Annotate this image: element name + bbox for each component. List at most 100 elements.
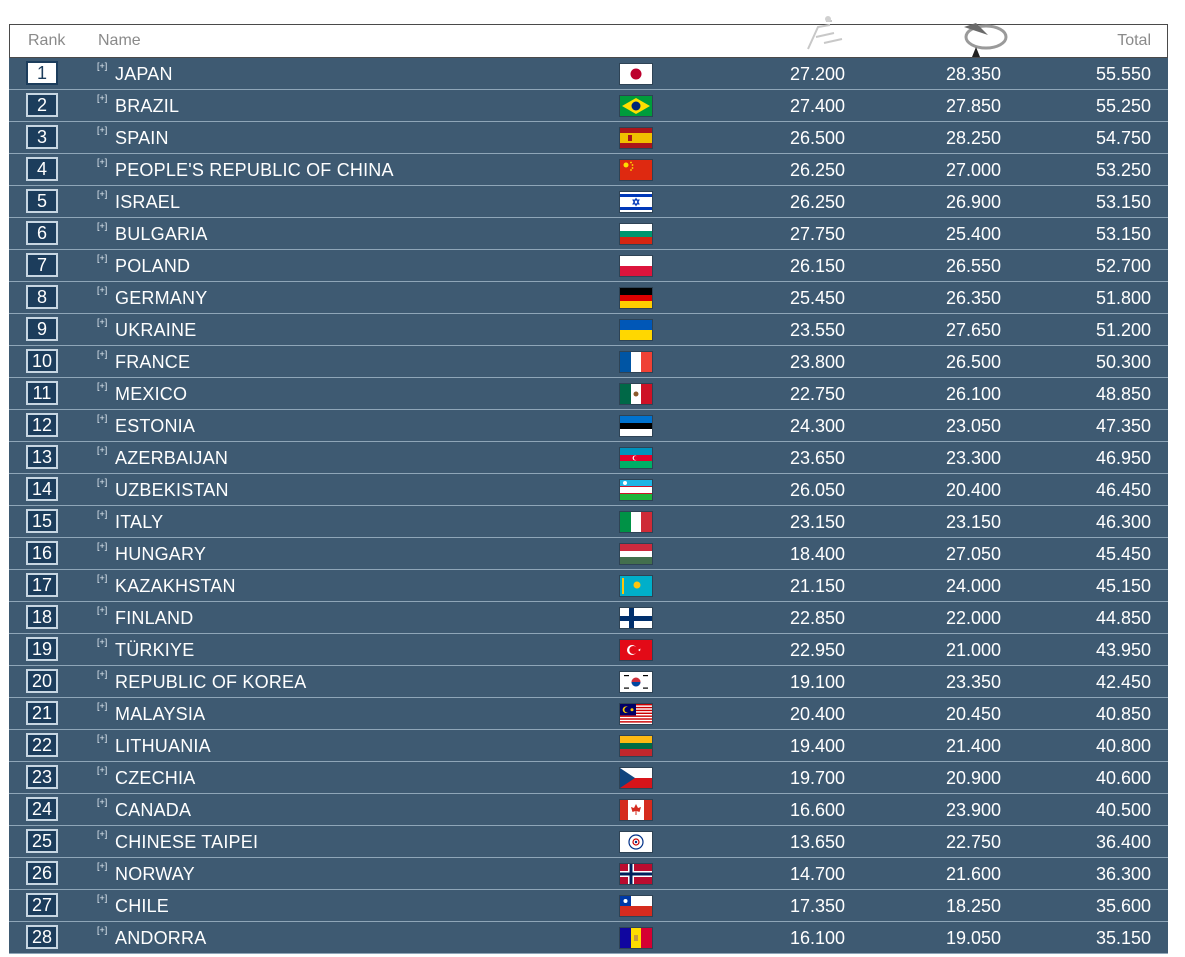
expand-toggle[interactable]: [+] <box>97 733 107 743</box>
table-row[interactable]: 10 [+] FRANCE 23.800 26.500 50.300 <box>9 346 1168 378</box>
expand-toggle[interactable]: [+] <box>97 541 107 551</box>
expand-toggle[interactable]: [+] <box>97 477 107 487</box>
team-name[interactable]: ANDORRA <box>115 928 206 949</box>
team-name[interactable]: REPUBLIC OF KOREA <box>115 672 306 693</box>
team-name[interactable]: FRANCE <box>115 352 190 373</box>
expand-toggle[interactable]: [+] <box>97 413 107 423</box>
israel-flag-icon <box>620 192 652 212</box>
rank-badge: 25 <box>26 829 58 853</box>
team-name[interactable]: TÜRKIYE <box>115 640 194 661</box>
expand-toggle[interactable]: [+] <box>97 157 107 167</box>
expand-toggle[interactable]: [+] <box>97 381 107 391</box>
table-row[interactable]: 16 [+] HUNGARY 18.400 27.050 45.450 <box>9 538 1168 570</box>
expand-toggle[interactable]: [+] <box>97 445 107 455</box>
score-apparatus-1: 23.550 <box>789 320 845 340</box>
expand-toggle[interactable]: [+] <box>97 317 107 327</box>
expand-toggle[interactable]: [+] <box>97 61 107 71</box>
team-name[interactable]: BRAZIL <box>115 96 179 117</box>
table-row[interactable]: 18 [+] FINLAND 22.850 22.000 44.850 <box>9 602 1168 634</box>
expand-toggle[interactable]: [+] <box>97 253 107 263</box>
table-row[interactable]: 15 [+] ITALY 23.150 23.150 46.300 <box>9 506 1168 538</box>
team-name[interactable]: HUNGARY <box>115 544 206 565</box>
expand-toggle[interactable]: [+] <box>97 637 107 647</box>
team-name[interactable]: ISRAEL <box>115 192 180 213</box>
table-row[interactable]: 9 [+] UKRAINE 23.550 27.650 51.200 <box>9 314 1168 346</box>
table-row[interactable]: 19 [+] TÜRKIYE 22.950 21.000 43.950 <box>9 634 1168 666</box>
table-row[interactable]: 21 [+] MALAYSIA 20.400 20.450 40.850 <box>9 698 1168 730</box>
table-row[interactable]: 11 [+] MEXICO 22.750 26.100 48.850 <box>9 378 1168 410</box>
expand-toggle[interactable]: [+] <box>97 349 107 359</box>
kazakhstan-flag-icon <box>620 576 652 596</box>
expand-toggle[interactable]: [+] <box>97 221 107 231</box>
team-name[interactable]: MALAYSIA <box>115 704 205 725</box>
team-name[interactable]: GERMANY <box>115 288 207 309</box>
team-name[interactable]: CZECHIA <box>115 768 195 789</box>
team-name[interactable]: SPAIN <box>115 128 169 149</box>
table-row[interactable]: 26 [+] NORWAY 14.700 21.600 36.300 <box>9 858 1168 890</box>
table-row[interactable]: 8 [+] GERMANY 25.450 26.350 51.800 <box>9 282 1168 314</box>
team-name[interactable]: CANADA <box>115 800 191 821</box>
table-row[interactable]: 24 [+] CANADA 16.600 23.900 40.500 <box>9 794 1168 826</box>
table-row[interactable]: 4 [+] PEOPLE'S REPUBLIC OF CHINA 26.250 27.0… <box>9 154 1168 186</box>
expand-toggle[interactable]: [+] <box>97 829 107 839</box>
table-row[interactable]: 22 [+] LITHUANIA 19.400 21.400 40.800 <box>9 730 1168 762</box>
expand-toggle[interactable]: [+] <box>97 605 107 615</box>
italy-flag-icon <box>620 512 652 532</box>
table-row[interactable]: 3 [+] SPAIN 26.500 28.250 54.750 <box>9 122 1168 154</box>
team-name[interactable]: BULGARIA <box>115 224 208 245</box>
team-name[interactable]: FINLAND <box>115 608 193 629</box>
team-name[interactable]: KAZAKHSTAN <box>115 576 236 597</box>
team-name[interactable]: ITALY <box>115 512 163 533</box>
table-row[interactable]: 2 [+] BRAZIL 27.400 27.850 55.250 <box>9 90 1168 122</box>
expand-toggle[interactable]: [+] <box>97 285 107 295</box>
table-row[interactable]: 13 [+] AZERBAIJAN 23.650 23.300 46.950 <box>9 442 1168 474</box>
table-row[interactable]: 5 [+] ISRAEL 26.250 26.900 53.150 <box>9 186 1168 218</box>
table-row[interactable]: 20 [+] REPUBLIC OF KOREA 19.100 23.350 42.450 <box>9 666 1168 698</box>
score-apparatus-1: 19.100 <box>789 672 845 692</box>
team-name[interactable]: POLAND <box>115 256 190 277</box>
name-column-header[interactable]: Name <box>98 32 141 50</box>
expand-toggle[interactable]: [+] <box>97 573 107 583</box>
expand-toggle[interactable]: [+] <box>97 893 107 903</box>
table-row[interactable]: 23 [+] CZECHIA 19.700 20.900 40.600 <box>9 762 1168 794</box>
rank-badge: 10 <box>26 349 58 373</box>
table-row[interactable]: 27 [+] CHILE 17.350 18.250 35.600 <box>9 890 1168 922</box>
expand-toggle[interactable]: [+] <box>97 669 107 679</box>
score-apparatus-2: 20.900 <box>945 768 1001 788</box>
expand-toggle[interactable]: [+] <box>97 925 107 935</box>
expand-toggle[interactable]: [+] <box>97 765 107 775</box>
table-row[interactable]: 12 [+] ESTONIA 24.300 23.050 47.350 <box>9 410 1168 442</box>
total-score: 55.550 <box>1095 64 1151 84</box>
table-row[interactable]: 17 [+] KAZAKHSTAN 21.150 24.000 45.150 <box>9 570 1168 602</box>
table-row[interactable]: 25 [+] CHINESE TAIPEI 13.650 22.750 36.400 <box>9 826 1168 858</box>
apparatus-1-icon[interactable] <box>796 13 856 62</box>
expand-toggle[interactable]: [+] <box>97 797 107 807</box>
team-name[interactable]: PEOPLE'S REPUBLIC OF CHINA <box>115 160 394 181</box>
table-row[interactable]: 14 [+] UZBEKISTAN 26.050 20.400 46.450 <box>9 474 1168 506</box>
expand-toggle[interactable]: [+] <box>97 701 107 711</box>
expand-toggle[interactable]: [+] <box>97 125 107 135</box>
table-row[interactable]: 7 [+] POLAND 26.150 26.550 52.700 <box>9 250 1168 282</box>
rank-column-header[interactable]: Rank <box>28 32 65 50</box>
team-name[interactable]: AZERBAIJAN <box>115 448 228 469</box>
expand-toggle[interactable]: [+] <box>97 509 107 519</box>
team-name[interactable]: NORWAY <box>115 864 195 885</box>
expand-toggle[interactable]: [+] <box>97 861 107 871</box>
total-score: 40.600 <box>1095 768 1151 788</box>
total-column-header[interactable]: Total <box>1117 32 1151 50</box>
apparatus-2-icon[interactable] <box>948 13 1018 64</box>
total-score: 48.850 <box>1095 384 1151 404</box>
table-row[interactable]: 6 [+] BULGARIA 27.750 25.400 53.150 <box>9 218 1168 250</box>
team-name[interactable]: MEXICO <box>115 384 187 405</box>
team-name[interactable]: UKRAINE <box>115 320 196 341</box>
table-row[interactable]: 28 [+] ANDORRA 16.100 19.050 35.150 <box>9 922 1168 954</box>
table-row[interactable]: 1 [+] JAPAN 27.200 28.350 55.550 <box>9 58 1168 90</box>
team-name[interactable]: ESTONIA <box>115 416 195 437</box>
team-name[interactable]: JAPAN <box>115 64 173 85</box>
expand-toggle[interactable]: [+] <box>97 93 107 103</box>
team-name[interactable]: LITHUANIA <box>115 736 211 757</box>
team-name[interactable]: CHILE <box>115 896 169 917</box>
team-name[interactable]: UZBEKISTAN <box>115 480 229 501</box>
expand-toggle[interactable]: [+] <box>97 189 107 199</box>
team-name[interactable]: CHINESE TAIPEI <box>115 832 258 853</box>
